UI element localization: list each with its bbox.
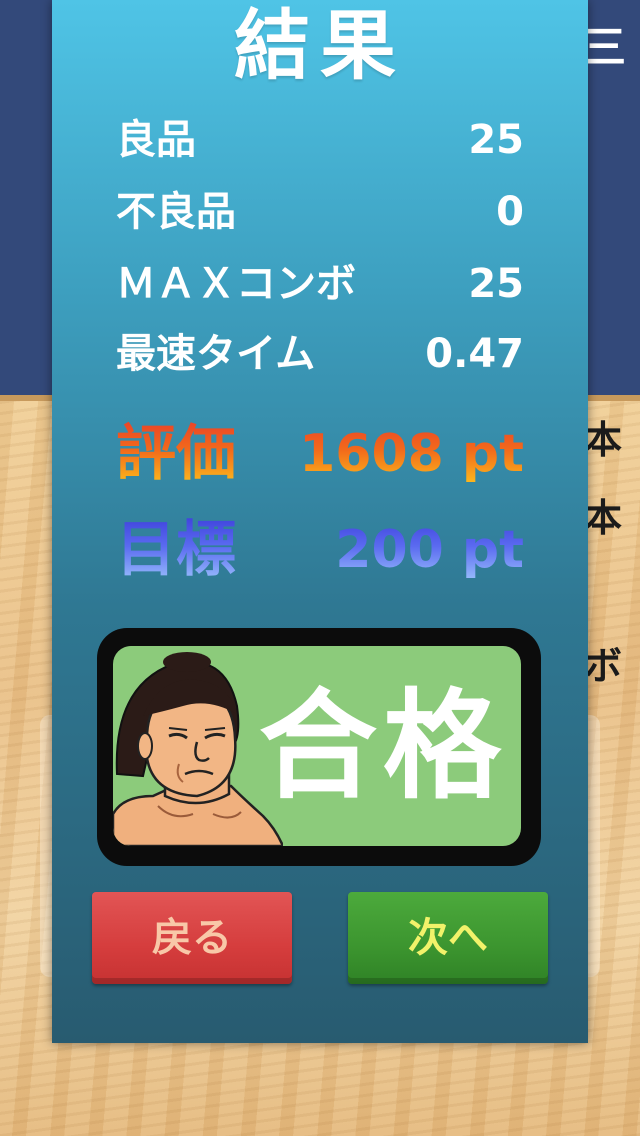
stat-row-max-combo: ＭＡＸコンボ 25 — [116, 254, 524, 314]
stat-value: 25 — [468, 261, 524, 307]
evaluation-row: 評価 1608 pt — [116, 414, 524, 494]
background-label-fragment: 本 — [584, 496, 623, 540]
stat-row-fastest-time: 最速タイム 0.47 — [116, 324, 524, 384]
target-row: 目標 200 pt — [116, 510, 524, 590]
verdict-text: 合格 — [258, 676, 507, 815]
stat-value: 0.47 — [425, 331, 524, 377]
background-label-fragment: 三 — [582, 22, 626, 73]
stat-value: 0 — [496, 189, 524, 235]
verdict-badge: 合格 — [97, 628, 541, 866]
background-label-fragment: ボ — [584, 644, 623, 688]
result-title: 結果 — [234, 1, 406, 90]
stat-label: 最速タイム — [116, 331, 316, 377]
evaluation-score: 1608 pt — [299, 414, 524, 494]
stat-value: 25 — [468, 117, 524, 163]
stat-label: ＭＡＸコンボ — [116, 261, 356, 307]
background-label-fragment: 本 — [584, 418, 623, 462]
stat-label: 良品 — [116, 117, 196, 163]
game-screen: 三 本 本 ボ 結果 良品 25 不良品 0 ＭＡＸコンボ 25 最速タイム 0… — [0, 0, 640, 1136]
evaluation-label: 評価 — [116, 414, 236, 494]
target-label: 目標 — [116, 510, 236, 590]
back-button[interactable]: 戻る — [92, 892, 292, 984]
result-panel: 結果 良品 25 不良品 0 ＭＡＸコンボ 25 最速タイム 0.47 評価 1… — [52, 0, 588, 1043]
stat-label: 不良品 — [116, 189, 236, 235]
next-button[interactable]: 次へ — [348, 892, 548, 984]
target-score: 200 pt — [335, 510, 524, 590]
stat-row-defective-items: 不良品 0 — [116, 182, 524, 242]
stat-row-good-items: 良品 25 — [116, 110, 524, 170]
verdict-badge-inner: 合格 — [113, 646, 521, 846]
